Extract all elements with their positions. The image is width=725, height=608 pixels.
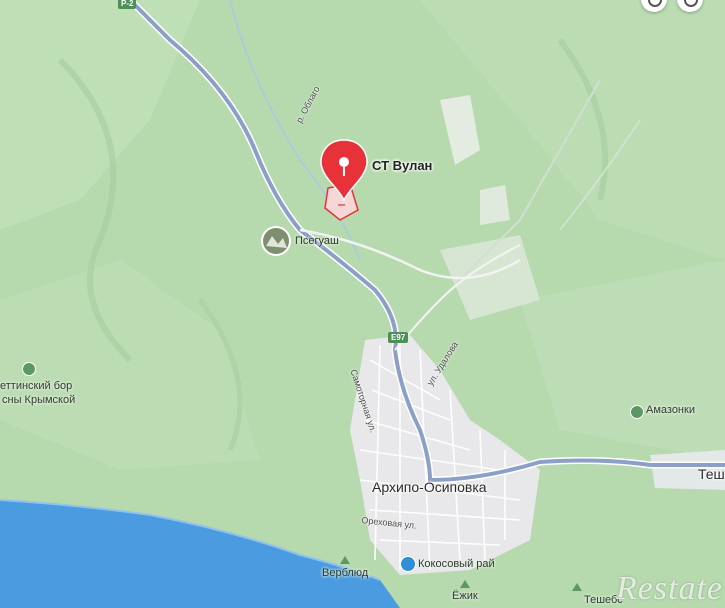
- watermark-logo: Restate: [615, 570, 723, 607]
- label-bor-line2[interactable]: сны Крымской: [2, 394, 75, 406]
- label-arkhipo-osipovka[interactable]: Архипо-Осиповка: [372, 479, 487, 495]
- psegush-photo-icon: [261, 226, 291, 256]
- mountain-icon: [572, 583, 582, 591]
- road-shield-e97: E97: [388, 332, 409, 343]
- label-psegush[interactable]: Псегуаш: [295, 235, 339, 247]
- beach-icon: [400, 556, 416, 572]
- label-ezhik[interactable]: Ёжик: [452, 590, 478, 602]
- mountain-icon: [460, 580, 470, 588]
- label-verblyud[interactable]: Верблюд: [322, 567, 368, 579]
- label-amazonki[interactable]: Амазонки: [646, 404, 695, 416]
- road-shield-r2: Р-2: [118, 0, 137, 9]
- map-canvas[interactable]: Р-2 E97 СТ Вулан р. Облаго Самоторная ул…: [0, 0, 725, 608]
- park-icon: [630, 405, 644, 419]
- park-icon: [22, 362, 36, 376]
- label-teshe[interactable]: Теше: [698, 466, 725, 482]
- label-bor-line1[interactable]: еттинский бор: [0, 380, 72, 392]
- mountain-icon: [340, 556, 350, 564]
- pin-title[interactable]: СТ Вулан: [372, 158, 432, 173]
- label-kokosovy-ray[interactable]: Кокосовый рай: [418, 558, 495, 570]
